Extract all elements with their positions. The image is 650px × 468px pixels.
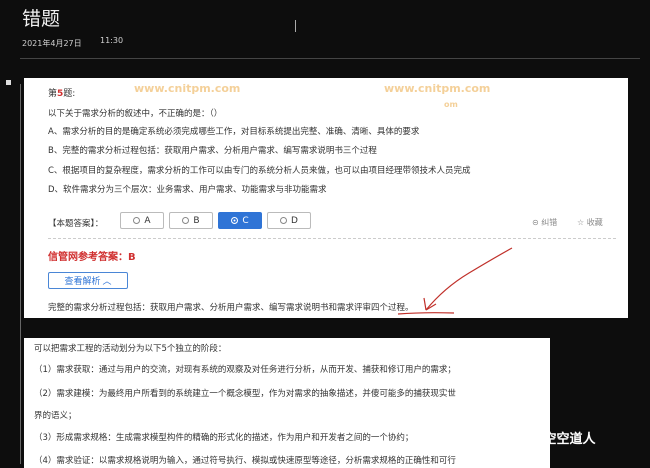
question-screenshot: www.cnitpm.com www.cnitpm.com om 第5题: 以下… — [24, 78, 628, 318]
notes-line: 可以把需求工程的活动划分为以下5个独立的阶段： — [34, 344, 227, 354]
view-analysis-button[interactable]: 查看解析 ︿ — [48, 272, 128, 289]
answer-option-d[interactable]: D — [267, 212, 311, 229]
note-title[interactable]: 错题 — [22, 4, 60, 31]
reference-answer: 信管网参考答案：B — [48, 252, 136, 263]
note-time: 11:30 — [100, 36, 124, 45]
answer-label: 【本题答案】： — [48, 219, 104, 229]
explanation-text: 完整的需求分析过程包括：获取用户需求、分析用户需求、编写需求说明书和需求评审四个… — [48, 303, 414, 313]
radio-icon — [280, 217, 288, 224]
answer-option-c[interactable]: C — [218, 212, 262, 229]
watermark: www.cnitpm.com — [384, 82, 491, 95]
notes-line: （2）需求建模：为最终用户所看到的系统建立一个概念模型，作为对需求的抽象描述，并… — [34, 389, 456, 399]
question-stem: 以下关于需求分析的叙述中，不正确的是：（） — [48, 109, 223, 119]
option-a-text: A、需求分析的目的是确定系统必须完成哪些工作，对目标系统提出完整、准确、清晰、具… — [48, 127, 420, 137]
attribution-watermark: 知乎 @空空道人 — [500, 432, 596, 447]
outline-guide — [20, 84, 21, 464]
radio-icon — [133, 217, 141, 224]
ink-arrowhead — [423, 297, 437, 311]
note-header: 错题 2021年4月27日 11:30 — [0, 0, 650, 56]
option-d-text: D、软件需求分为三个层次：业务需求、用户需求、功能需求与非功能需求 — [48, 185, 327, 195]
notes-line: （3）形成需求规格：生成需求模型构件的精确的形式化的描述，作为用户和开发者之间的… — [34, 433, 414, 443]
option-c-text: C、根据项目的复杂程度，需求分析的工作可以由专门的系统分析人员来做，也可以由项目… — [48, 166, 471, 176]
header-divider — [20, 58, 640, 59]
notes-line: 界的语义； — [34, 411, 77, 421]
chevron-up-icon: ︿ — [102, 277, 112, 287]
correction-link[interactable]: ⊝ 纠错 — [532, 217, 557, 228]
answer-option-b[interactable]: B — [169, 212, 213, 229]
notes-line: （4）需求验证：以需求规格说明为输入，通过符号执行、模拟或快速原型等途径，分析需… — [34, 456, 456, 466]
watermark: www.cnitpm.com — [134, 82, 241, 95]
ink-arrow — [425, 247, 513, 311]
star-icon: ☆ — [577, 218, 585, 227]
dashed-divider — [48, 238, 616, 239]
question-number: 第5题: — [48, 89, 76, 99]
bullet-marker-icon — [6, 80, 11, 85]
radio-icon — [182, 217, 190, 224]
radio-selected-icon — [231, 217, 239, 224]
favorite-link[interactable]: ☆ 收藏 — [577, 217, 603, 228]
answer-option-a[interactable]: A — [120, 212, 164, 229]
option-b-text: B、完整的需求分析过程包括：获取用户需求、分析用户需求、编写需求说明书三个过程 — [48, 146, 377, 156]
text-cursor — [295, 20, 296, 32]
note-date: 2021年4月27日 — [22, 39, 82, 48]
watermark: om — [444, 100, 458, 109]
notes-line: （1）需求获取：通过与用户的交流，对现有系统的观察及对任务进行分析，从而开发、捕… — [34, 365, 456, 375]
correction-icon: ⊝ — [532, 218, 539, 227]
notes-screenshot: 可以把需求工程的活动划分为以下5个独立的阶段： （1）需求获取：通过与用户的交流… — [24, 338, 550, 468]
